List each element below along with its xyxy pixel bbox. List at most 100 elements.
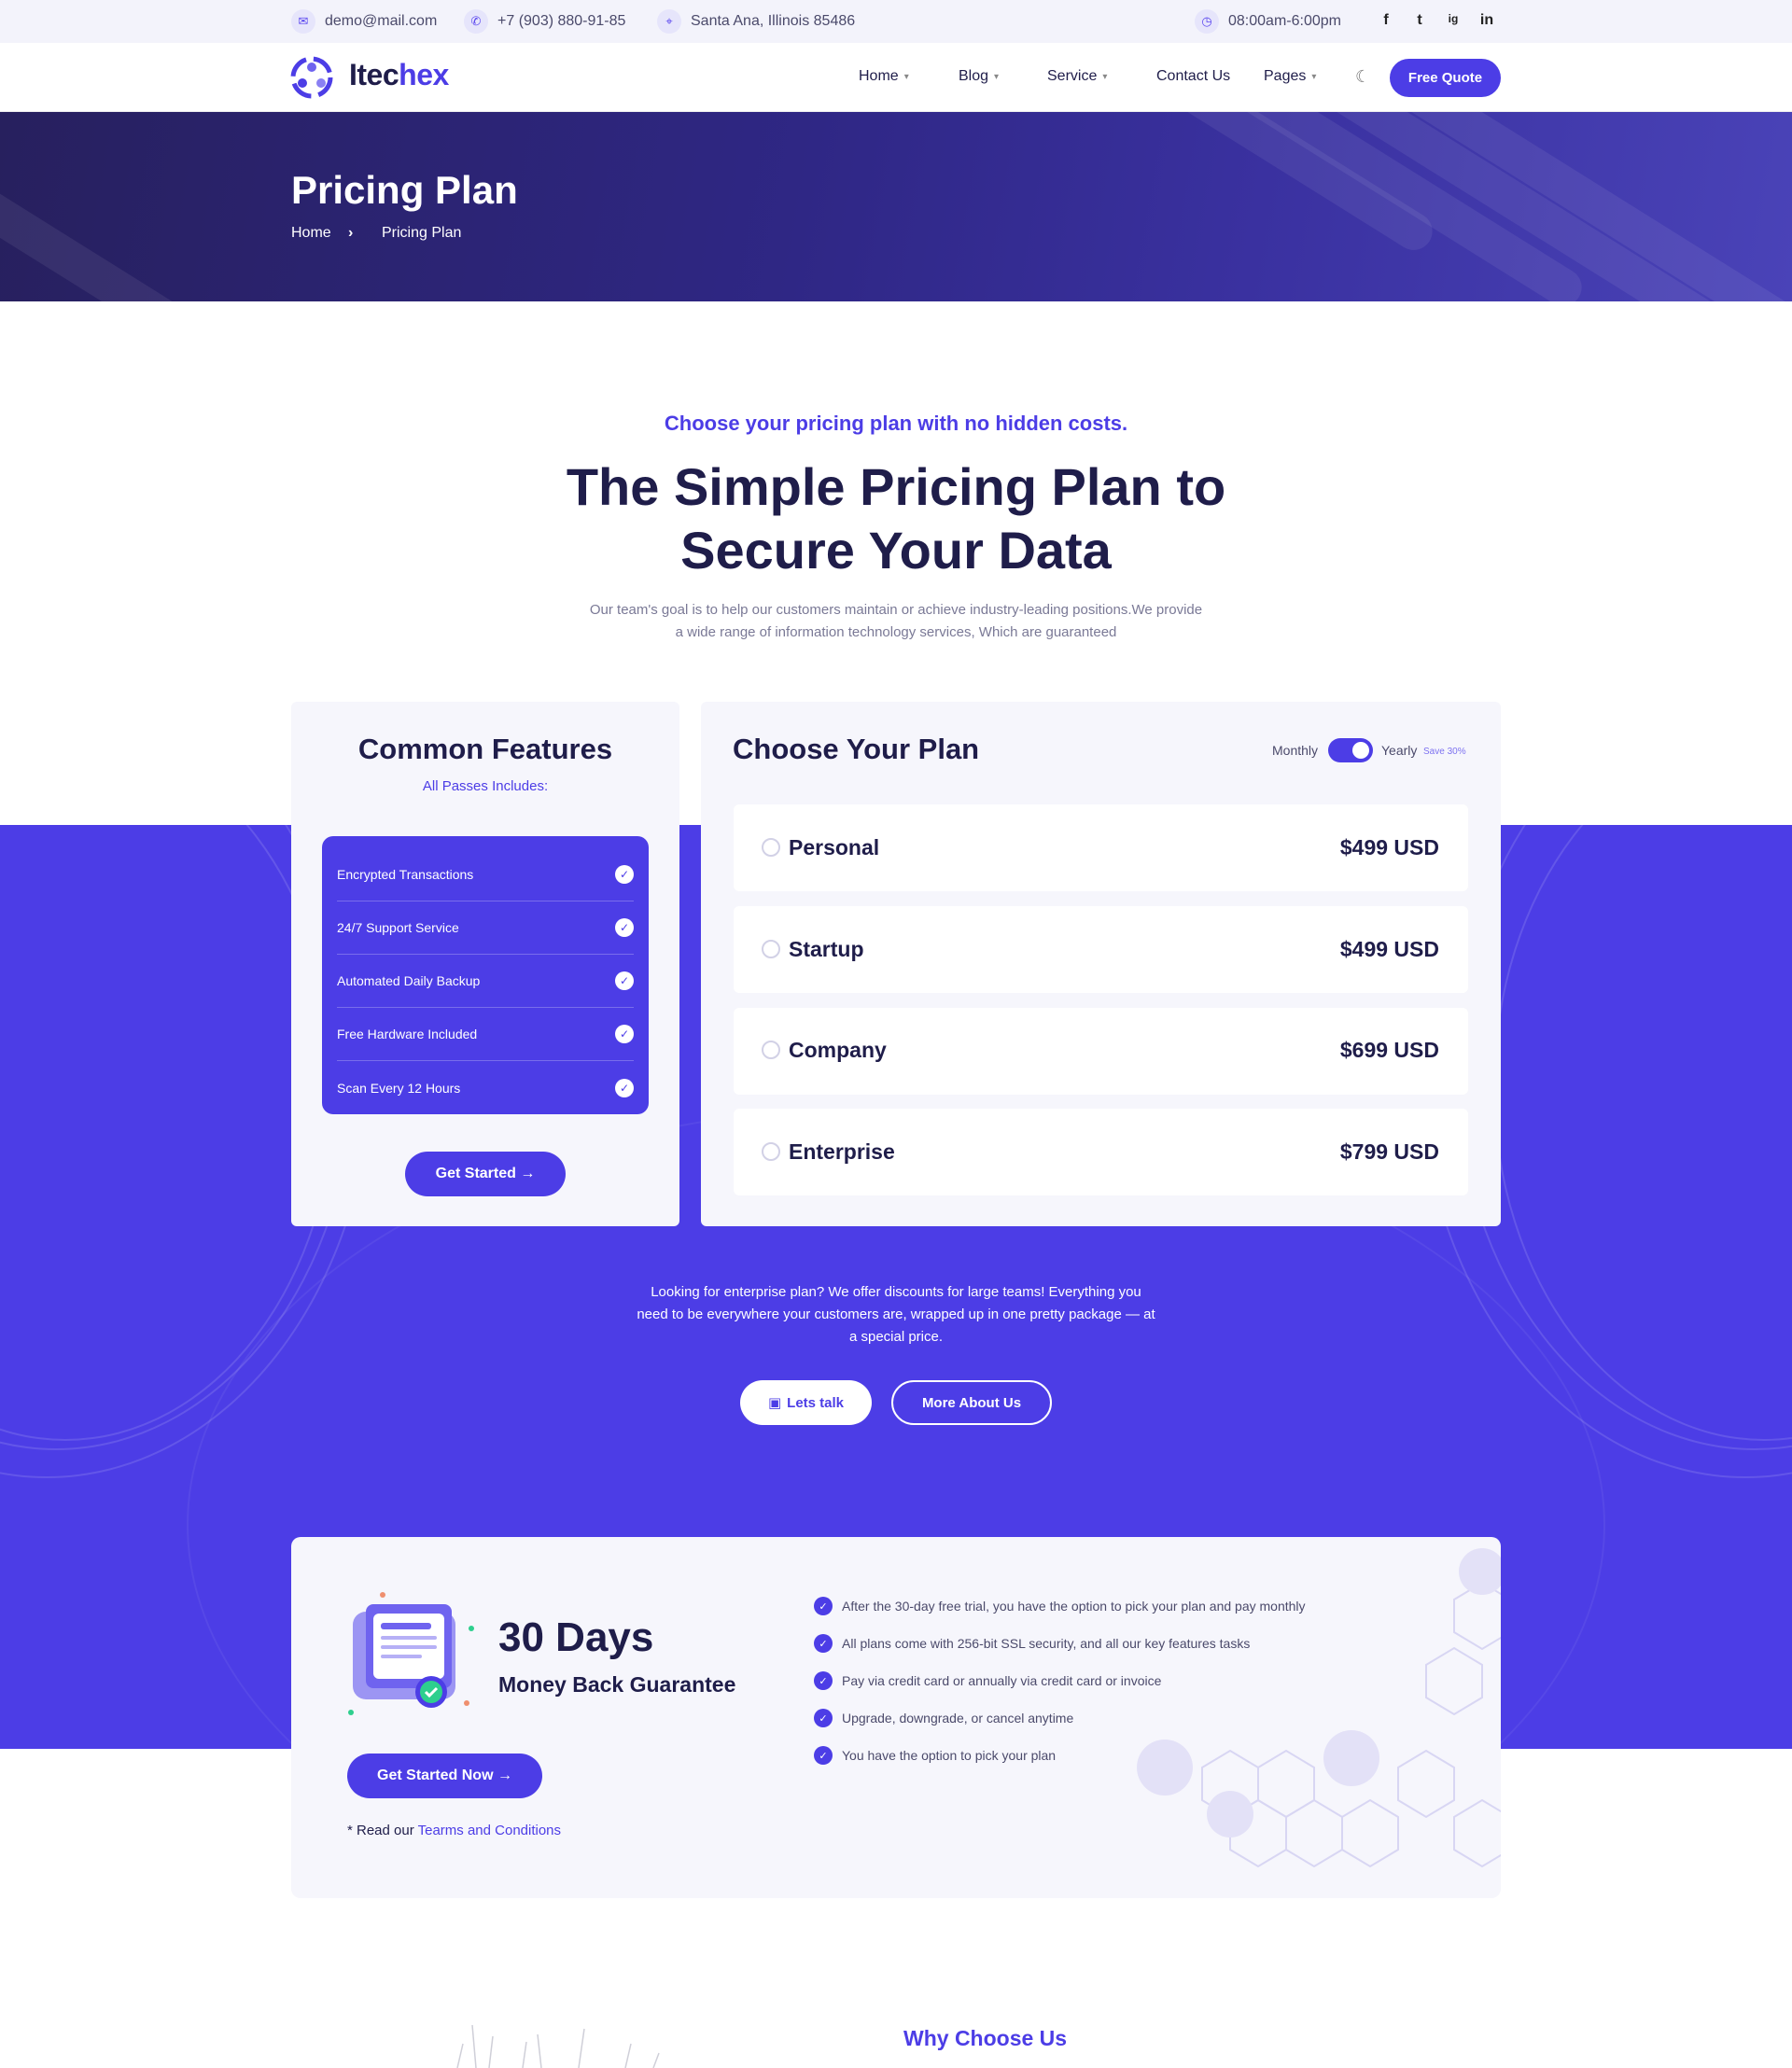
free-quote-button[interactable]: Free Quote bbox=[1390, 59, 1501, 97]
feature-label: Scan Every 12 Hours bbox=[337, 1080, 461, 1096]
get-started-now-button[interactable]: Get Started Now → bbox=[347, 1754, 542, 1798]
guarantee-point: ✓ All plans come with 256-bit SSL securit… bbox=[814, 1634, 1250, 1653]
address-text: Santa Ana, Illinois 85486 bbox=[691, 13, 856, 29]
breadcrumb-separator-icon: › bbox=[348, 225, 354, 241]
terms-note: * Read our Tearms and Conditions bbox=[347, 1823, 561, 1838]
guarantee-subtitle: Money Back Guarantee bbox=[498, 1672, 736, 1697]
check-icon: ✓ bbox=[615, 1025, 634, 1043]
section-tagline: Choose your pricing plan with no hidden … bbox=[664, 412, 1128, 435]
feature-item: Automated Daily Backup ✓ bbox=[337, 955, 634, 1008]
check-circle-icon: ✓ bbox=[814, 1597, 833, 1615]
guarantee-point: ✓ You have the option to pick your plan bbox=[814, 1746, 1056, 1765]
enterprise-line1: Looking for enterprise plan? We offer di… bbox=[651, 1284, 1141, 1300]
instagram-icon[interactable]: ig bbox=[1443, 12, 1463, 25]
section-intro-paragraph: Our team's goal is to help our customers… bbox=[569, 599, 1223, 644]
nav-pages[interactable]: Pages ▾ bbox=[1264, 68, 1316, 85]
section-heading-line1: The Simple Pricing Plan to bbox=[566, 457, 1226, 516]
facebook-icon[interactable]: f bbox=[1376, 12, 1396, 29]
linkedin-icon[interactable]: in bbox=[1477, 12, 1497, 29]
enterprise-line2: need to be everywhere your customers are… bbox=[637, 1306, 1155, 1322]
terms-prefix: * Read our bbox=[347, 1823, 418, 1838]
brand-name-second: hex bbox=[399, 58, 449, 91]
nav-contact[interactable]: Contact Us bbox=[1156, 68, 1230, 85]
plan-name: Personal bbox=[789, 835, 880, 859]
intro-line2: a wide range of information technology s… bbox=[675, 624, 1117, 640]
chevron-down-icon: ▾ bbox=[1311, 71, 1317, 82]
nav-blog-label: Blog bbox=[959, 68, 989, 84]
guarantee-point-text: You have the option to pick your plan bbox=[842, 1748, 1057, 1763]
terms-link[interactable]: Tearms and Conditions bbox=[418, 1823, 561, 1838]
check-icon: ✓ bbox=[615, 1078, 634, 1097]
nav-contact-label: Contact Us bbox=[1156, 68, 1231, 84]
phone-icon: ✆ bbox=[464, 9, 488, 34]
check-circle-icon: ✓ bbox=[814, 1709, 833, 1727]
enterprise-paragraph: Looking for enterprise plan? We offer di… bbox=[625, 1281, 1167, 1348]
guarantee-point: ✓ After the 30-day free trial, you have t… bbox=[814, 1597, 1306, 1615]
intro-line1: Our team's goal is to help our customers… bbox=[589, 602, 1203, 618]
hero-decor-stripe bbox=[0, 112, 320, 301]
brand-name-first: Itec bbox=[349, 58, 399, 91]
chevron-down-icon: ▾ bbox=[903, 71, 909, 82]
location-pin-icon: ⌖ bbox=[657, 9, 681, 34]
plan-radio[interactable] bbox=[762, 1041, 780, 1059]
phone-contact[interactable]: ✆ +7 (903) 880-91-85 bbox=[464, 9, 625, 34]
toggle-yearly-label[interactable]: Yearly bbox=[1381, 743, 1417, 758]
feature-label: Encrypted Transactions bbox=[337, 867, 474, 882]
brand-logo-icon[interactable] bbox=[289, 55, 334, 100]
lets-talk-label: Lets talk bbox=[787, 1394, 845, 1411]
brand-name[interactable]: Itechex bbox=[349, 58, 449, 92]
top-info-bar: ✉ demo@mail.com ✆ +7 (903) 880-91-85 ⌖ S… bbox=[0, 0, 1792, 43]
check-circle-icon: ✓ bbox=[814, 1671, 833, 1690]
plan-price: $799 USD bbox=[1339, 1139, 1439, 1164]
twitter-icon[interactable]: t bbox=[1409, 12, 1430, 29]
phone-text[interactable]: +7 (903) 880-91-85 bbox=[497, 13, 625, 30]
feature-label: 24/7 Support Service bbox=[337, 920, 459, 935]
enterprise-line3: a special price. bbox=[848, 1329, 944, 1345]
chevron-down-icon: ▾ bbox=[994, 71, 1000, 82]
email-contact[interactable]: ✉ demo@mail.com bbox=[291, 9, 437, 34]
decor-lines-illustration bbox=[456, 2024, 660, 2068]
hours-contact: ◷ 08:00am-6:00pm bbox=[1195, 9, 1341, 34]
toggle-monthly-label[interactable]: Monthly bbox=[1272, 743, 1318, 758]
nav-home-label: Home bbox=[859, 68, 899, 84]
features-title: Common Features bbox=[357, 733, 613, 765]
plan-name: Startup bbox=[789, 937, 864, 961]
check-icon: ✓ bbox=[615, 971, 634, 990]
section-heading-line2: Secure Your Data bbox=[680, 521, 1112, 580]
guarantee-point-text: Pay via credit card or annually via cred… bbox=[842, 1673, 1162, 1688]
breadcrumb-home[interactable]: Home bbox=[291, 225, 331, 242]
why-choose-us-heading: Why Choose Us bbox=[903, 2026, 1068, 2050]
guarantee-point-text: All plans come with 256-bit SSL security… bbox=[842, 1636, 1251, 1651]
page-hero-banner bbox=[0, 112, 1792, 301]
address-contact: ⌖ Santa Ana, Illinois 85486 bbox=[657, 9, 856, 34]
lets-talk-button[interactable]: ▣ Lets talk bbox=[740, 1380, 872, 1425]
chat-icon: ▣ bbox=[767, 1395, 782, 1411]
check-circle-icon: ✓ bbox=[814, 1746, 833, 1765]
plan-price: $699 USD bbox=[1339, 1038, 1439, 1062]
check-icon: ✓ bbox=[615, 865, 634, 884]
dark-mode-moon-icon[interactable]: ☾ bbox=[1355, 67, 1376, 88]
plan-radio[interactable] bbox=[762, 1142, 780, 1161]
feature-item: Free Hardware Included ✓ bbox=[337, 1008, 634, 1061]
plan-radio[interactable] bbox=[762, 940, 780, 958]
breadcrumb-current: Pricing Plan bbox=[382, 225, 462, 241]
get-started-button[interactable]: Get Started → bbox=[405, 1152, 566, 1196]
nav-home[interactable]: Home ▾ bbox=[859, 68, 909, 85]
plan-name: Company bbox=[789, 1038, 887, 1062]
feature-item: Encrypted Transactions ✓ bbox=[337, 848, 634, 901]
more-about-button[interactable]: More About Us bbox=[891, 1380, 1052, 1425]
check-circle-icon: ✓ bbox=[814, 1634, 833, 1653]
features-subtitle: All Passes Includes: bbox=[422, 778, 549, 794]
nav-service-label: Service bbox=[1047, 68, 1098, 84]
nav-blog[interactable]: Blog ▾ bbox=[959, 68, 999, 85]
plan-title: Choose Your Plan bbox=[733, 733, 980, 765]
email-text[interactable]: demo@mail.com bbox=[325, 13, 437, 30]
hours-text: 08:00am-6:00pm bbox=[1228, 13, 1341, 29]
nav-service[interactable]: Service ▾ bbox=[1047, 68, 1107, 85]
plan-radio[interactable] bbox=[762, 838, 780, 857]
check-icon: ✓ bbox=[615, 918, 634, 937]
billing-toggle-knob[interactable] bbox=[1352, 742, 1369, 759]
save-badge: Save 30% bbox=[1423, 747, 1466, 757]
hexagon-pattern-decor bbox=[1137, 1548, 1501, 1868]
guarantee-point: ✓ Upgrade, downgrade, or cancel anytime bbox=[814, 1709, 1073, 1727]
